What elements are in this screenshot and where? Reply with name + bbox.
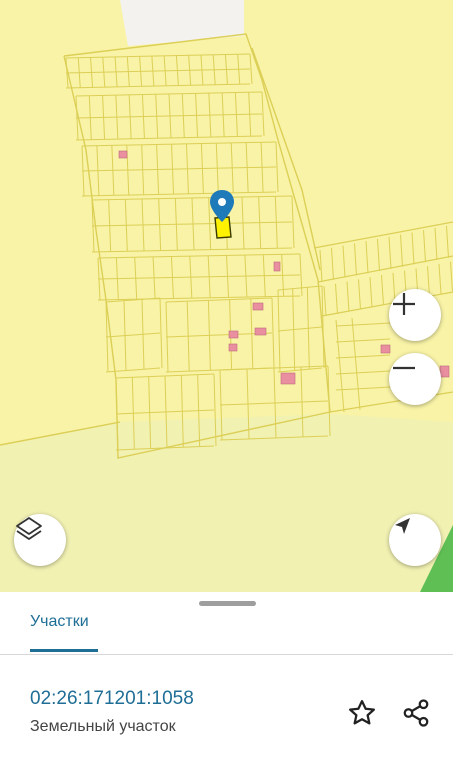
building [228, 330, 239, 339]
cadastral-map[interactable] [0, 0, 453, 592]
sheet-drag-handle[interactable] [199, 601, 256, 606]
building [228, 343, 238, 352]
tab-parcels[interactable]: Участки [30, 612, 98, 652]
share-icon [403, 699, 429, 727]
building [252, 302, 264, 311]
navigation-arrow-icon [395, 518, 410, 534]
layers-icon [16, 517, 42, 540]
favorite-button[interactable] [345, 696, 379, 730]
my-location-button[interactable] [389, 514, 441, 566]
tabs-divider [0, 654, 453, 655]
parcel-type: Земельный участок [30, 718, 176, 735]
share-button[interactable] [399, 696, 433, 730]
building [273, 261, 281, 272]
map-view[interactable] [0, 0, 453, 592]
zoom-out-button[interactable] [389, 353, 441, 405]
building [439, 365, 450, 378]
bottom-sheet[interactable]: Участки 02:26:171201:1058 Земельный учас… [0, 592, 453, 767]
building [254, 327, 267, 336]
cadastral-number[interactable]: 02:26:171201:1058 [30, 688, 194, 710]
building [280, 372, 296, 385]
star-outline-icon [349, 700, 375, 725]
layers-button[interactable] [14, 514, 66, 566]
building [118, 150, 128, 159]
active-tab-indicator [30, 649, 98, 652]
minus-icon [393, 366, 415, 370]
field-area [0, 414, 453, 592]
building [380, 344, 391, 354]
zoom-in-button[interactable] [389, 289, 441, 341]
tab-label: Участки [30, 613, 89, 630]
plus-icon [393, 293, 415, 315]
